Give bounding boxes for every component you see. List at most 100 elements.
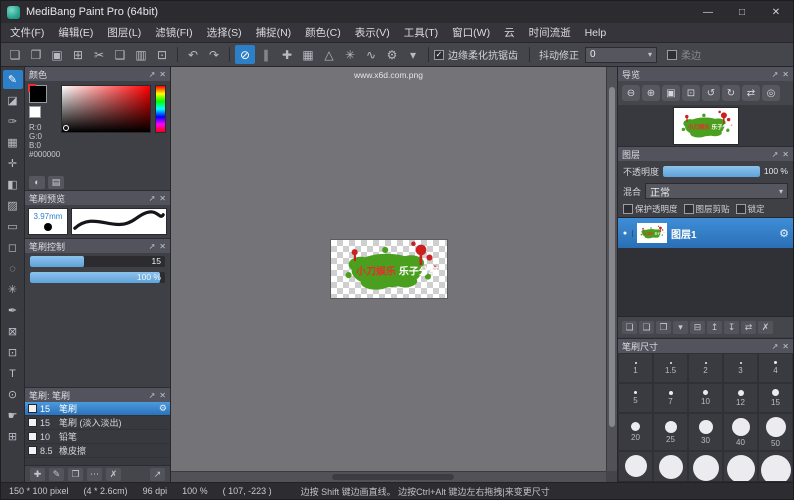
edit-brush-button[interactable]: ✎ — [49, 468, 64, 481]
brush-size-cell[interactable]: 12 — [723, 383, 758, 413]
minimize-button[interactable]: — — [691, 1, 725, 23]
antialias-checkbox[interactable]: ✓ — [434, 50, 444, 60]
brush-item-eraser[interactable]: 8.5 橡皮擦 ⚙ — [25, 444, 170, 458]
panel-close-icon[interactable]: ✕ — [159, 70, 166, 79]
panel-close-icon[interactable]: ✕ — [782, 342, 789, 351]
magic-wand-tool[interactable]: ✳ — [3, 280, 23, 299]
menu-filter[interactable]: 滤镜(FI) — [148, 23, 199, 42]
zoom-out-button[interactable]: ⊖ — [622, 85, 640, 101]
menu-window[interactable]: 窗口(W) — [445, 23, 497, 42]
eraser-tool[interactable]: ◪ — [3, 91, 23, 110]
panel-float-icon[interactable]: ↗ — [149, 242, 156, 251]
brush-size-cell[interactable]: 1.5 — [653, 353, 688, 383]
color-wheel-tab[interactable]: ◐ — [29, 176, 45, 189]
panel-close-icon[interactable]: ✕ — [782, 150, 789, 159]
layer-opacity-slider[interactable] — [663, 166, 760, 177]
vertical-scroll-thumb[interactable] — [609, 87, 615, 426]
maximize-button[interactable]: □ — [725, 1, 759, 23]
slider-track[interactable]: 15 — [30, 256, 165, 267]
brush-size-cell[interactable] — [618, 451, 653, 481]
brush-size-cell[interactable]: 10 — [688, 383, 723, 413]
layer-down-button[interactable]: ↧ — [724, 321, 739, 334]
foreground-color-swatch[interactable] — [29, 85, 47, 103]
menu-snap[interactable]: 捕捉(N) — [249, 23, 299, 42]
brush-tool[interactable]: ✎ — [3, 70, 23, 89]
save-button[interactable]: ▣ — [47, 45, 67, 64]
brush-menu-button[interactable]: ⋯ — [87, 468, 102, 481]
eyedropper-tool[interactable]: ⊙ — [3, 385, 23, 404]
canvas-vertical-scrollbar[interactable] — [606, 67, 617, 471]
panel-float-icon[interactable]: ↗ — [772, 150, 779, 159]
navigator-thumbnail[interactable]: 小刀娱乐 乐子分享 — [674, 108, 738, 144]
slider-track[interactable]: 100 % — [30, 272, 165, 283]
menu-layer[interactable]: 图层(L) — [100, 23, 148, 42]
brush-item-fade[interactable]: 15 笔刷 (淡入淡出) ⚙ — [25, 416, 170, 430]
export-button[interactable]: ⊞ — [68, 45, 88, 64]
brush-size-cell[interactable]: 5 — [618, 383, 653, 413]
canvas-area[interactable]: www.x6d.com.png 小刀娱乐 乐子分享 — [171, 67, 617, 482]
crop-button[interactable]: ⊡ — [152, 45, 172, 64]
flip-horizontal-button[interactable]: ⇄ — [742, 85, 760, 101]
fill-tool[interactable]: ◧ — [3, 175, 23, 194]
protect-alpha-checkbox[interactable]: 保护透明度 — [623, 203, 678, 215]
brush-size-cell[interactable]: 30 — [688, 413, 723, 451]
gradient-tool[interactable]: ▨ — [3, 196, 23, 215]
snap-cross-button[interactable]: ✚ — [277, 45, 297, 64]
brush-size-cell[interactable]: 25 — [653, 413, 688, 451]
select-eraser-tool[interactable]: ⊠ — [3, 322, 23, 341]
delete-brush-button[interactable]: ✗ — [106, 468, 121, 481]
panel-float-icon[interactable]: ↗ — [772, 70, 779, 79]
pen-tool[interactable]: ✑ — [3, 112, 23, 131]
canvas-horizontal-scrollbar[interactable] — [171, 471, 606, 482]
brush-size-cell[interactable]: 40 — [723, 413, 758, 451]
brush-item-pencil[interactable]: 10 铅笔 ⚙ — [25, 430, 170, 444]
checkbox[interactable] — [623, 204, 633, 214]
brush-size-cell[interactable]: 20 — [618, 413, 653, 451]
brush-opacity-slider[interactable]: 100 % — [25, 269, 170, 285]
menu-view[interactable]: 表示(V) — [348, 23, 397, 42]
rotate-right-button[interactable]: ↻ — [722, 85, 740, 101]
brush-size-cell[interactable] — [723, 451, 758, 481]
select-pen-tool[interactable]: ✒ — [3, 301, 23, 320]
panel-close-icon[interactable]: ✕ — [159, 391, 166, 400]
panel-close-icon[interactable]: ✕ — [782, 70, 789, 79]
snap-off-button[interactable]: ⊘ — [235, 45, 255, 64]
add-brush-button[interactable]: ✚ — [30, 468, 45, 481]
merge-down-button[interactable]: ⊟ — [690, 321, 705, 334]
move-tool[interactable]: ✛ — [3, 154, 23, 173]
layer-up-button[interactable]: ↥ — [707, 321, 722, 334]
brush-size-cell[interactable] — [688, 451, 723, 481]
lasso-tool[interactable]: ◌ — [3, 259, 23, 278]
hue-slider[interactable] — [155, 85, 166, 133]
copy-button[interactable]: ❑ — [110, 45, 130, 64]
visibility-icon[interactable]: ● — [618, 230, 633, 237]
panel-float-icon[interactable]: ↗ — [149, 70, 156, 79]
brush-size-slider[interactable]: 15 — [25, 253, 170, 269]
divide-tool[interactable]: ⊞ — [3, 427, 23, 446]
transform-tool[interactable]: ⊡ — [3, 343, 23, 362]
blend-mode-select[interactable]: 正常 ▾ — [645, 183, 788, 199]
snap-perspective-button[interactable]: △ — [319, 45, 339, 64]
menu-file[interactable]: 文件(F) — [3, 23, 51, 42]
brush-size-cell[interactable] — [758, 451, 793, 481]
saturation-value-picker[interactable] — [61, 85, 151, 133]
new-layer-button[interactable]: ❏ — [622, 321, 637, 334]
panel-float-icon[interactable]: ↗ — [149, 194, 156, 203]
brush-size-cell[interactable]: 50 — [758, 413, 793, 451]
background-color-swatch[interactable] — [29, 106, 41, 118]
layer-row-1[interactable]: ● 小刀娱乐 乐子分享 图层1 ⚙ — [618, 218, 793, 248]
zoom-in-button[interactable]: ⊕ — [642, 85, 660, 101]
brush-size-cell[interactable]: 1 — [618, 353, 653, 383]
panel-float-icon[interactable]: ↗ — [149, 391, 156, 400]
panel-close-icon[interactable]: ✕ — [159, 242, 166, 251]
soft-edge-checkbox[interactable] — [667, 50, 677, 60]
redo-button[interactable]: ↷ — [204, 45, 224, 64]
titlebar[interactable]: MediBang Paint Pro (64bit) —□✕ — [1, 1, 793, 23]
duplicate-layer-button[interactable]: ❑ — [639, 321, 654, 334]
menu-tool[interactable]: 工具(T) — [397, 23, 445, 42]
horizontal-scroll-thumb[interactable] — [332, 474, 454, 480]
snap-radial-button[interactable]: ✳ — [340, 45, 360, 64]
expand-panel-button[interactable]: ↗ — [150, 468, 165, 481]
color-palette-tab[interactable]: ▤ — [48, 176, 64, 189]
canvas[interactable]: 小刀娱乐 乐子分享 — [331, 240, 447, 298]
